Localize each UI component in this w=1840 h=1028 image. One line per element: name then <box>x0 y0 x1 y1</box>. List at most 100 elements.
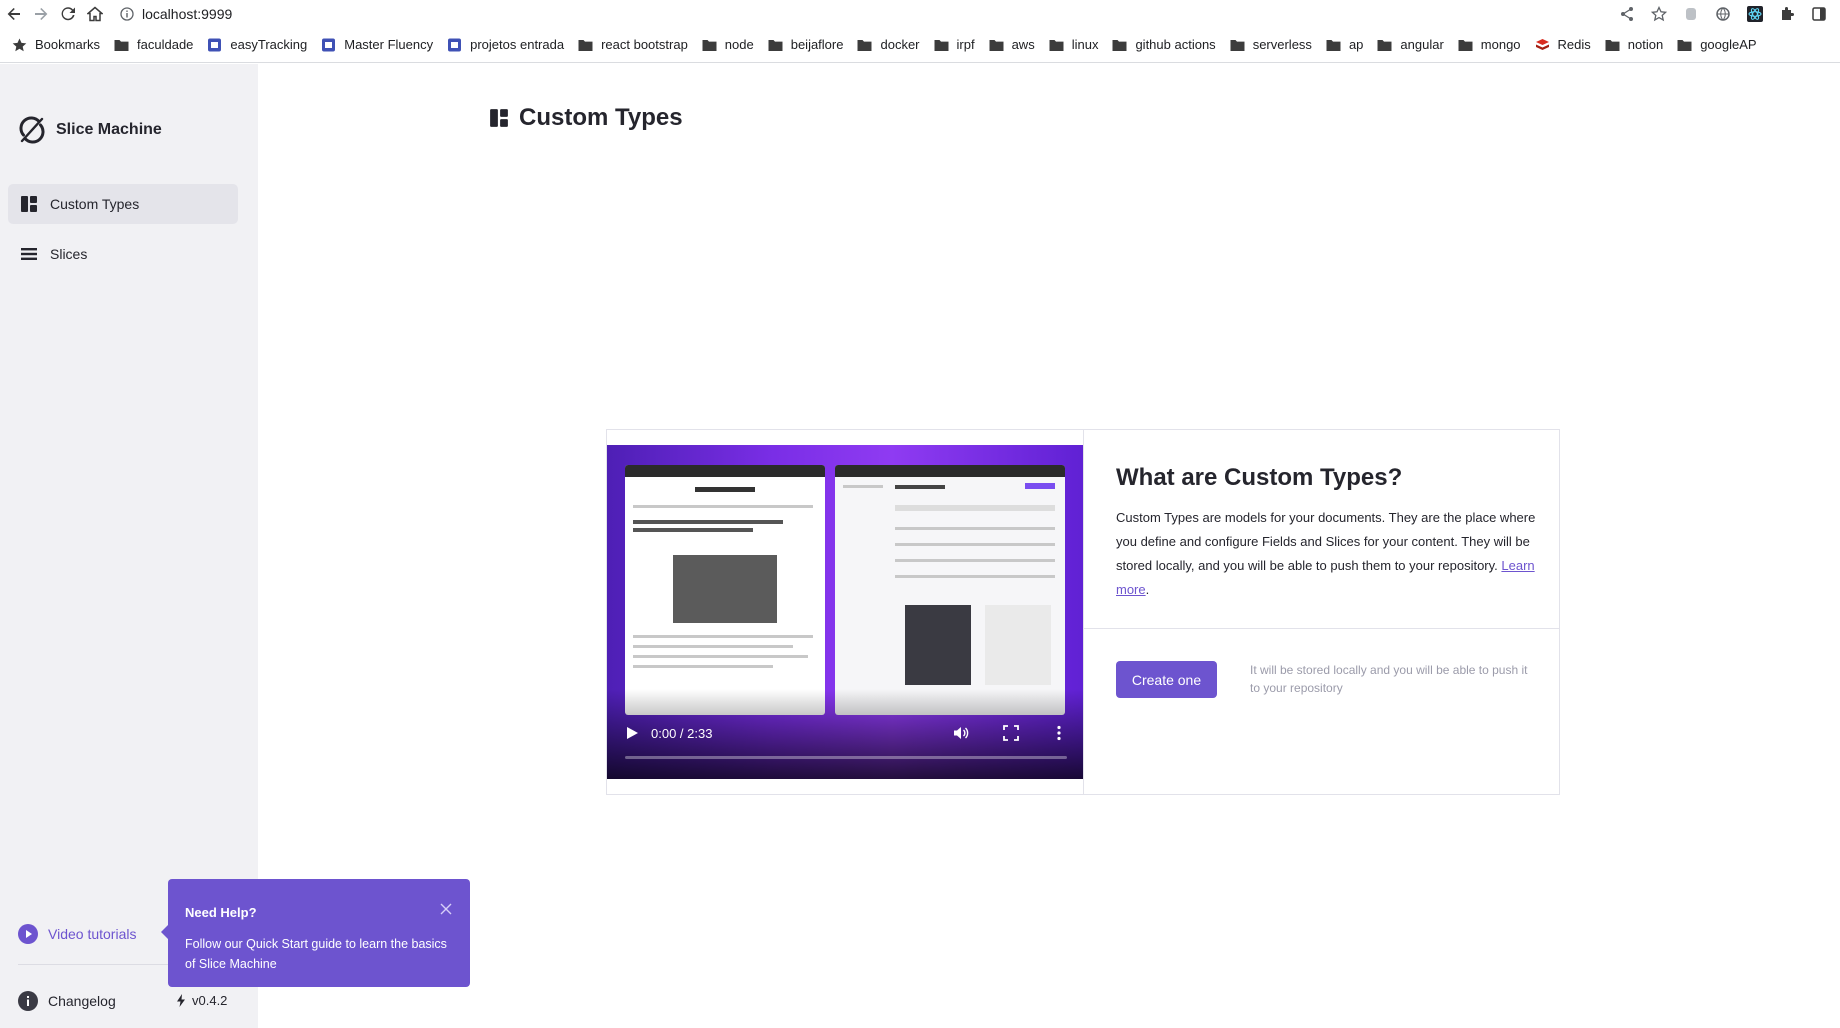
video-time: 0:00 / 2:33 <box>651 725 713 741</box>
bookmark-item[interactable]: notion <box>1599 31 1671 59</box>
folder-icon <box>114 38 129 52</box>
bookmark-label: Redis <box>1557 37 1591 52</box>
bookmark-label: projetos entrada <box>470 37 565 52</box>
slice-machine-logo-icon <box>19 116 45 144</box>
bookmark-star-icon[interactable] <box>1648 3 1670 25</box>
bookmark-label: Bookmarks <box>35 37 101 52</box>
back-icon[interactable] <box>0 0 27 27</box>
bookmark-item[interactable]: Master Fluency <box>315 31 441 59</box>
sidebar-item-label: Slices <box>50 246 88 262</box>
bookmark-label: beijaflore <box>790 37 844 52</box>
extensions-puzzle-icon[interactable] <box>1776 3 1798 25</box>
bookmark-item[interactable]: linux <box>1043 31 1107 59</box>
sidebar-item-custom-types[interactable]: Custom Types <box>8 184 238 224</box>
video-tutorials-label: Video tutorials <box>48 926 137 942</box>
reload-icon[interactable] <box>54 0 81 27</box>
folder-icon <box>989 38 1004 52</box>
bookmark-item[interactable]: irpf <box>928 31 983 59</box>
bookmark-label: react bootstrap <box>601 37 688 52</box>
sidebar-item-slices[interactable]: Slices <box>8 234 238 274</box>
folder-icon <box>702 38 717 52</box>
share-icon[interactable] <box>1616 3 1638 25</box>
play-icon[interactable] <box>625 726 639 740</box>
brand[interactable]: Slice Machine <box>18 116 162 144</box>
video-tutorials-link[interactable]: Video tutorials <box>18 924 136 944</box>
bookmark-item[interactable]: faculdade <box>108 31 201 59</box>
bookmark-item[interactable]: easyTracking <box>201 31 315 59</box>
version-badge: v0.4.2 <box>176 993 227 1008</box>
extension-gray-icon[interactable] <box>1680 3 1702 25</box>
bookmark-item[interactable]: projetos entrada <box>441 31 572 59</box>
custom-types-icon <box>490 109 508 127</box>
bookmark-item[interactable]: angular <box>1371 31 1451 59</box>
site-icon <box>321 38 336 52</box>
card-description: Custom Types are models for your documen… <box>1116 510 1536 597</box>
bookmark-label: faculdade <box>137 37 194 52</box>
bookmark-item[interactable]: Redis <box>1529 31 1599 59</box>
address-bar[interactable]: localhost:9999 <box>120 2 232 26</box>
bookmark-label: github actions <box>1135 37 1216 52</box>
page-title: Custom Types <box>519 104 683 131</box>
bookmark-item[interactable]: docker <box>851 31 927 59</box>
bookmark-item[interactable]: Bookmarks <box>6 31 108 59</box>
bookmark-item[interactable]: react bootstrap <box>572 31 696 59</box>
custom-types-icon <box>21 196 37 212</box>
version-text: v0.4.2 <box>192 993 228 1008</box>
video-frame-left-thumbnail <box>625 465 825 715</box>
bookmark-item[interactable]: aws <box>983 31 1043 59</box>
more-options-icon[interactable] <box>1051 725 1067 741</box>
card-heading: What are Custom Types? <box>1116 464 1403 491</box>
react-devtools-icon[interactable] <box>1744 3 1766 25</box>
folder-icon <box>1377 38 1392 52</box>
site-icon <box>207 38 222 52</box>
card-info-panel: What are Custom Types? Custom Types are … <box>1083 430 1560 794</box>
card-description-text: Custom Types are models for your documen… <box>1116 510 1536 573</box>
folder-icon <box>1049 38 1064 52</box>
bookmark-label: node <box>724 37 754 52</box>
volume-icon[interactable] <box>953 725 969 741</box>
lightning-icon <box>177 994 185 1007</box>
need-help-tooltip: Need Help? Follow our Quick Start guide … <box>161 879 470 987</box>
bookmark-item[interactable]: serverless <box>1224 31 1320 59</box>
folder-icon <box>1230 38 1245 52</box>
empty-state-card: 0:00 / 2:33 What are Custom Types? Custo… <box>606 429 1560 795</box>
folder-icon <box>934 38 949 52</box>
tooltip-body: Follow our Quick Start guide to learn th… <box>185 937 447 971</box>
page-header: Custom Types <box>489 104 683 132</box>
slices-icon <box>21 248 37 260</box>
video-frame-right-thumbnail <box>835 465 1065 715</box>
fullscreen-icon[interactable] <box>1003 725 1019 741</box>
bookmark-label: irpf <box>956 37 975 52</box>
bookmark-item[interactable]: beijaflore <box>762 31 852 59</box>
bookmark-label: serverless <box>1252 37 1312 52</box>
video-progress-bar[interactable] <box>625 756 1067 759</box>
bookmark-label: angular <box>1400 37 1444 52</box>
bookmark-item[interactable]: googleAP <box>1671 31 1764 59</box>
browser-toolbar: localhost:9999 <box>0 0 1840 27</box>
tooltip-title: Need Help? <box>185 905 257 920</box>
bookmark-label: docker <box>880 37 920 52</box>
folder-icon <box>1326 38 1341 52</box>
bookmark-item[interactable]: node <box>696 31 762 59</box>
folder-icon <box>1677 38 1692 52</box>
folder-icon <box>768 38 783 52</box>
create-custom-type-button[interactable]: Create one <box>1116 661 1217 698</box>
bookmark-item[interactable]: github actions <box>1106 31 1223 59</box>
home-icon[interactable] <box>81 0 108 27</box>
tutorial-video-player[interactable]: 0:00 / 2:33 <box>607 445 1083 779</box>
close-icon[interactable] <box>440 903 452 915</box>
folder-icon <box>1112 38 1127 52</box>
site-info-icon[interactable] <box>120 6 134 21</box>
bookmark-label: mongo <box>1480 37 1521 52</box>
extension-globe-icon[interactable] <box>1712 3 1734 25</box>
side-panel-icon[interactable] <box>1808 3 1830 25</box>
app-root: Slice Machine Custom Types Slices Video … <box>0 64 1840 1028</box>
changelog-link[interactable]: Changelog <box>18 991 116 1011</box>
site-icon <box>447 38 462 52</box>
bookmark-label: ap <box>1348 37 1364 52</box>
bookmark-item[interactable]: mongo <box>1452 31 1529 59</box>
folder-icon <box>1458 38 1473 52</box>
forward-icon[interactable] <box>27 0 54 27</box>
bookmark-item[interactable]: ap <box>1320 31 1371 59</box>
create-note: It will be stored locally and you will b… <box>1250 663 1528 695</box>
